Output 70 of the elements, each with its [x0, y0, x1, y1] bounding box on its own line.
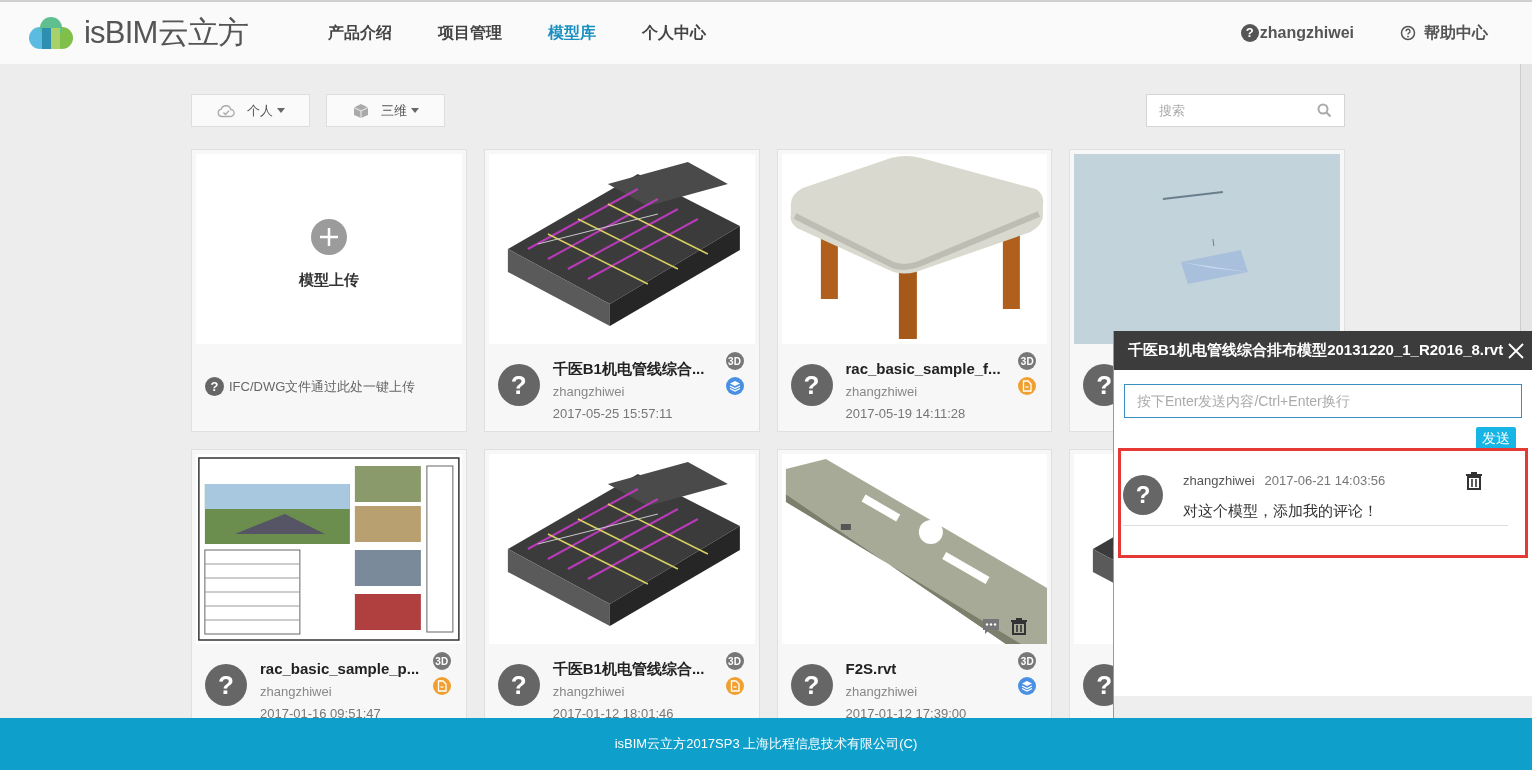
dimension-badge: 3D [432, 652, 451, 670]
model-owner: zhangzhiwei [552, 383, 626, 401]
model-title[interactable]: 千医B1机电管线综合... [552, 658, 705, 680]
search-input[interactable]: 搜索 [1159, 100, 1317, 121]
comment-author: zhangzhiwei [1183, 472, 1255, 490]
avatar-icon: ? [1240, 24, 1259, 42]
upload-hint: IFC/DWG文件通过此处一键上传 [229, 378, 416, 396]
cube-icon [352, 102, 369, 119]
search-field[interactable]: 搜索 [1146, 94, 1345, 127]
model-card[interactable]: ? rac_basic_sample_f... zhangzhiwei 2017-05-19 14:11:28 3D [776, 149, 1053, 432]
model-card[interactable]: ? F2S.rvt zhangzhiwei 2017-01-12 17:39:00 3D [776, 449, 1053, 718]
model-owner: zhangzhiwei [845, 683, 919, 701]
search-icon [1317, 103, 1332, 118]
model-title[interactable]: rac_basic_sample_f... [845, 358, 1001, 380]
cloud-check-icon [216, 103, 235, 118]
comment-time: 2017-06-21 14:03:56 [1264, 472, 1386, 490]
dimension-badge: 3D [725, 352, 744, 370]
model-title[interactable]: rac_basic_sample_p... [260, 658, 420, 680]
close-icon[interactable] [1508, 342, 1524, 359]
model-owner: zhangzhiwei [260, 683, 333, 701]
document-icon [432, 677, 451, 695]
trash-icon[interactable] [1465, 471, 1483, 491]
model-date: 2017-01-16 09:51:47 [260, 705, 382, 718]
model-card[interactable]: ? rac_basic_sample_p... zhangzhiwei 2017-01-16 09:51:47 3D [191, 449, 467, 718]
layers-icon [1018, 677, 1037, 695]
model-date: 2017-01-12 17:39:00 [845, 705, 967, 718]
upload-label: 模型上传 [298, 269, 359, 290]
caret-icon [410, 108, 419, 113]
model-date: 2017-05-19 14:11:28 [845, 405, 967, 423]
model-date: 2017-01-12 18:01:46 [552, 705, 675, 718]
comment-icon[interactable] [981, 616, 1002, 636]
avatar-icon: ? [205, 664, 247, 706]
comment-input[interactable]: 按下Enter发送内容/Ctrl+Enter换行 [1124, 384, 1522, 418]
avatar-icon: ? [497, 664, 540, 706]
layers-icon [725, 377, 744, 395]
dimension-badge: 3D [725, 652, 744, 670]
scrollbar[interactable] [1114, 696, 1532, 718]
filter-dropdown[interactable]: 三维 [326, 94, 445, 127]
avatar-icon: ? [790, 364, 833, 406]
model-card[interactable]: ? 千医B1机电管线综合... zhangzhiwei 2017-05-25 15:57:11 3D [483, 149, 760, 432]
model-owner: zhangzhiwei [845, 383, 919, 401]
dimension-badge: 3D [1018, 652, 1037, 670]
nav-tab[interactable]: 个人中心 [634, 21, 715, 45]
dimension-badge: 3D [1018, 352, 1037, 370]
avatar-icon: ? [790, 664, 833, 706]
help-icon [1400, 25, 1416, 41]
nav-tab[interactable]: 项目管理 [430, 21, 511, 45]
model-title[interactable]: F2S.rvt [845, 658, 967, 680]
nav-tab[interactable]: 产品介绍 [320, 21, 401, 45]
filter-dropdown[interactable]: 个人 [191, 94, 310, 127]
avatar-icon: ? [497, 364, 540, 406]
footer-text: isBIM云立方2017SP3 上海比程信息技术有限公司(C) [0, 718, 1532, 770]
help-link[interactable]: 帮助中心 [1400, 21, 1488, 45]
comment-text: 对这个模型，添加我的评论！ [1183, 500, 1379, 521]
document-icon [1018, 377, 1037, 395]
model-card[interactable]: ? 千医B1机电管线综合... zhangzhiwei 2017-01-12 18:01:46 3D [483, 449, 760, 718]
logo-text: isBIM云立方 [84, 13, 249, 52]
caret-icon [276, 108, 285, 113]
cloud-logo-icon [28, 16, 74, 50]
model-title[interactable]: 千医B1机电管线综合... [552, 358, 705, 380]
plus-icon [310, 218, 347, 255]
trash-icon[interactable] [1009, 616, 1030, 636]
model-owner: zhangzhiwei [552, 683, 626, 701]
avatar-icon: ? [1123, 475, 1163, 515]
model-date: 2017-05-25 15:57:11 [552, 405, 674, 423]
user-menu[interactable]: ? zhangzhiwei [1240, 21, 1354, 45]
help-icon: ? [205, 377, 224, 397]
upload-card[interactable]: 模型上传 ? IFC/DWG文件通过此处一键上传 [191, 149, 467, 432]
nav-tab[interactable]: 模型库 [540, 21, 605, 45]
document-icon [725, 677, 744, 695]
